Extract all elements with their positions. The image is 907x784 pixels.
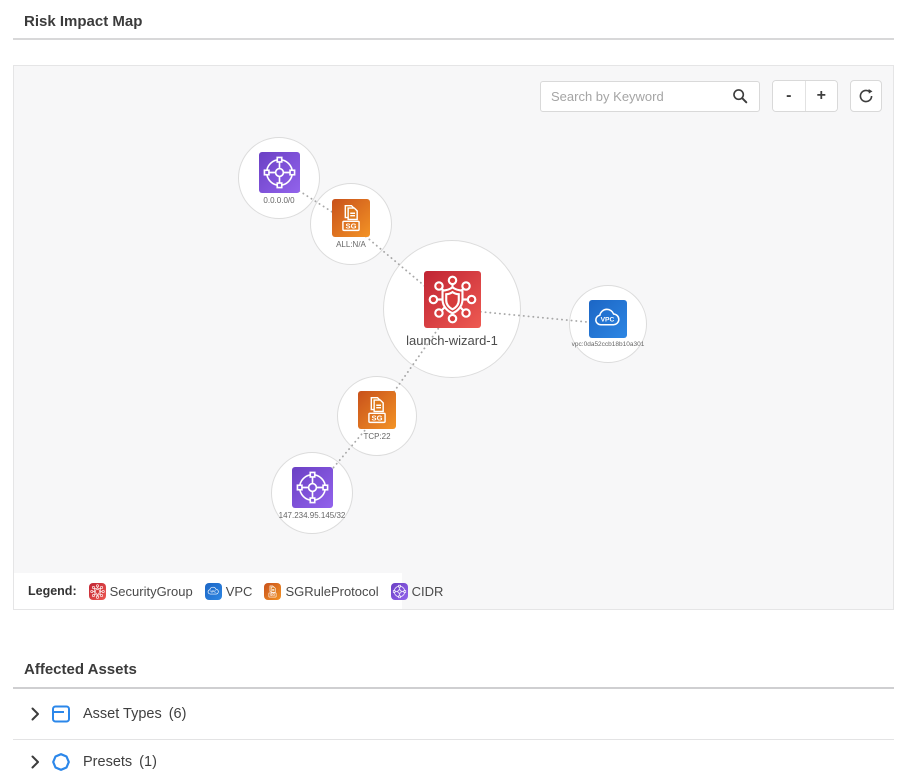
legend-item-label: VPC bbox=[226, 584, 253, 599]
presets-icon bbox=[51, 752, 71, 772]
legend-bar: Legend: SecurityGroup VPC SGRuleProtocol… bbox=[14, 573, 402, 609]
risk-impact-map-panel: - + 0.0.0.0/0 ALL:N/A launch-wizard-1 bbox=[13, 65, 894, 610]
node-label: 147.234.95.145/32 bbox=[279, 511, 346, 520]
affected-assets-section: Affected Assets Asset Types (6) Presets … bbox=[13, 661, 894, 784]
asset-types-row[interactable]: Asset Types (6) bbox=[13, 689, 894, 740]
cidr-icon bbox=[391, 583, 408, 600]
graph-node-cidr-0000[interactable]: 0.0.0.0/0 bbox=[238, 137, 320, 219]
node-label: 0.0.0.0/0 bbox=[263, 196, 294, 205]
vpc-icon bbox=[589, 300, 627, 338]
node-label: ALL:N/A bbox=[336, 240, 366, 249]
security-group-icon bbox=[424, 271, 481, 328]
vpc-icon bbox=[205, 583, 222, 600]
cidr-icon bbox=[259, 152, 300, 193]
asset-row-count: (1) bbox=[139, 754, 157, 770]
refresh-button[interactable] bbox=[850, 80, 882, 112]
legend-title: Legend: bbox=[28, 584, 77, 598]
sg-rule-icon bbox=[332, 199, 370, 237]
security-group-icon bbox=[89, 583, 106, 600]
sg-rule-icon bbox=[264, 583, 281, 600]
legend-item-label: SecurityGroup bbox=[110, 584, 193, 599]
graph-node-all-na[interactable]: ALL:N/A bbox=[310, 183, 392, 265]
search-icon[interactable] bbox=[731, 87, 749, 105]
map-toolbar: - + bbox=[540, 80, 882, 112]
node-label: launch-wizard-1 bbox=[406, 333, 498, 348]
presets-row[interactable]: Presets (1) bbox=[13, 740, 894, 784]
affected-assets-title: Affected Assets bbox=[24, 661, 894, 678]
page-title: Risk Impact Map bbox=[24, 13, 907, 30]
asset-types-icon bbox=[51, 704, 71, 724]
sg-rule-icon bbox=[358, 391, 396, 429]
node-label: vpc:0da52ccb18b10a301 bbox=[572, 341, 645, 348]
legend-item-sgruleprotocol: SGRuleProtocol bbox=[264, 583, 378, 600]
legend-item-label: SGRuleProtocol bbox=[285, 584, 378, 599]
chevron-right-icon[interactable] bbox=[30, 707, 40, 721]
search-box[interactable] bbox=[540, 81, 760, 112]
legend-item-cidr: CIDR bbox=[391, 583, 444, 600]
chevron-right-icon[interactable] bbox=[30, 755, 40, 769]
search-input[interactable] bbox=[551, 89, 731, 104]
zoom-out-button[interactable]: - bbox=[773, 81, 805, 111]
graph-node-tcp-22[interactable]: TCP:22 bbox=[337, 376, 417, 456]
asset-row-count: (6) bbox=[169, 706, 187, 722]
refresh-icon bbox=[857, 87, 875, 105]
cidr-icon bbox=[292, 467, 333, 508]
graph-node-cidr-147[interactable]: 147.234.95.145/32 bbox=[271, 452, 353, 534]
legend-item-securitygroup: SecurityGroup bbox=[89, 583, 193, 600]
node-label: TCP:22 bbox=[363, 432, 390, 441]
asset-row-label: Presets bbox=[83, 754, 132, 770]
asset-row-label: Asset Types bbox=[83, 706, 162, 722]
graph-node-vpc[interactable]: vpc:0da52ccb18b10a301 bbox=[569, 285, 647, 363]
title-divider bbox=[13, 38, 894, 40]
legend-item-label: CIDR bbox=[412, 584, 444, 599]
graph-node-launch-wizard-1[interactable]: launch-wizard-1 bbox=[383, 240, 521, 378]
zoom-control: - + bbox=[772, 80, 838, 112]
zoom-in-button[interactable]: + bbox=[805, 81, 838, 111]
legend-item-vpc: VPC bbox=[205, 583, 253, 600]
